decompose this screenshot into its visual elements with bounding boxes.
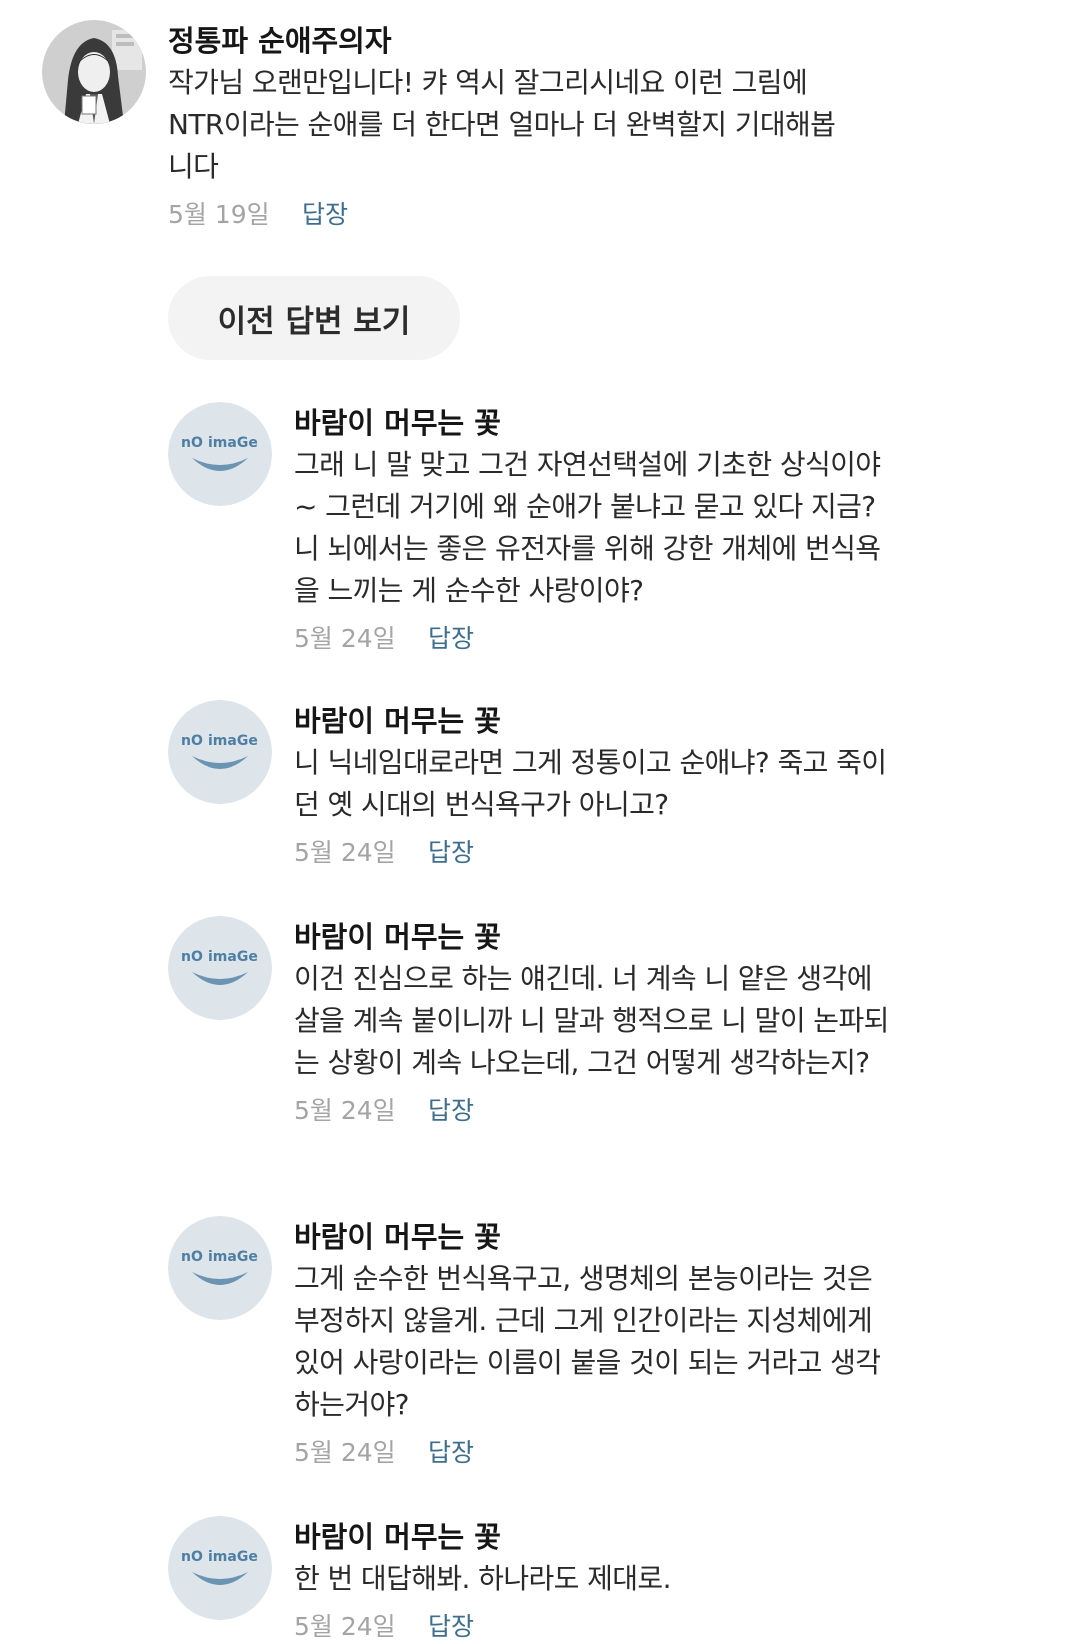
comment-date: 5월 24일 xyxy=(294,1438,396,1467)
reply-button[interactable]: 답장 xyxy=(428,1436,474,1470)
comment-date: 5월 19일 xyxy=(168,200,270,229)
reply-comment: nO imaGe 바람이 머무는 꽃 이건 진심으로 하는 얘긴데. 너 계속 … xyxy=(168,916,894,1128)
reply-comment: nO imaGe 바람이 머무는 꽃 니 닉네임대로라면 그게 정통이고 순애냐… xyxy=(168,700,894,870)
comment-text: 한 번 대답해봐. 하나라도 제대로. xyxy=(294,1562,671,1595)
avatar[interactable]: nO imaGe xyxy=(168,700,272,804)
reply-button[interactable]: 답장 xyxy=(428,836,474,870)
no-image-text-right: imaGe xyxy=(208,1549,258,1565)
anime-avatar-icon xyxy=(42,20,146,124)
comment-text: 니 닉네임대로라면 그게 정통이고 순애냐? 죽고 죽이던 옛 시대의 번식욕구… xyxy=(294,746,887,821)
no-image-text-left: nO xyxy=(181,733,203,749)
avatar[interactable]: nO imaGe xyxy=(168,916,272,1020)
comment-meta: 5월 24일 답장 xyxy=(294,1436,894,1470)
view-previous-replies-button[interactable]: 이전 답변 보기 xyxy=(168,276,460,360)
comment-date: 5월 24일 xyxy=(294,624,396,653)
no-image-text-right: imaGe xyxy=(208,733,258,749)
no-image-avatar-icon: nO imaGe xyxy=(168,700,272,804)
comment-meta: 5월 24일 답장 xyxy=(294,622,894,656)
reply-comment: nO imaGe 바람이 머무는 꽃 그래 니 말 맞고 그건 자연선택설에 기… xyxy=(168,402,894,656)
comment-author: 바람이 머무는 꽃 xyxy=(294,704,501,738)
reply-comment: nO imaGe 바람이 머무는 꽃 한 번 대답해봐. 하나라도 제대로. 5… xyxy=(168,1516,894,1644)
no-image-text-right: imaGe xyxy=(208,1249,258,1265)
comment-author: 바람이 머무는 꽃 xyxy=(294,920,501,954)
no-image-avatar-icon: nO imaGe xyxy=(168,916,272,1020)
comment-date: 5월 24일 xyxy=(294,838,396,867)
no-image-avatar-icon: nO imaGe xyxy=(168,1516,272,1620)
comment-text: 작가님 오랜만입니다! 캬 역시 잘그리시네요 이런 그림에 NTR이라는 순애… xyxy=(168,66,836,183)
comment-thread: 정통파 순애주의자 작가님 오랜만입니다! 캬 역시 잘그리시네요 이런 그림에… xyxy=(0,0,1080,1641)
no-image-text-right: imaGe xyxy=(208,435,258,451)
reply-button[interactable]: 답장 xyxy=(428,1094,474,1128)
comment-text: 그래 니 말 맞고 그건 자연선택설에 기초한 상식이야~ 그런데 거기에 왜 … xyxy=(294,448,881,607)
avatar[interactable] xyxy=(42,20,146,124)
comment-text: 이건 진심으로 하는 얘긴데. 너 계속 니 얕은 생각에 살을 계속 붙이니까… xyxy=(294,962,889,1079)
no-image-text-left: nO xyxy=(181,1549,203,1565)
no-image-text-right: imaGe xyxy=(208,949,258,965)
comment-author: 바람이 머무는 꽃 xyxy=(294,1520,501,1554)
comment-meta: 5월 24일 답장 xyxy=(294,836,894,870)
comment-author: 바람이 머무는 꽃 xyxy=(294,406,501,440)
avatar[interactable]: nO imaGe xyxy=(168,1216,272,1320)
no-image-text-left: nO xyxy=(181,949,203,965)
no-image-avatar-icon: nO imaGe xyxy=(168,1216,272,1320)
avatar[interactable]: nO imaGe xyxy=(168,402,272,506)
comment-text: 그게 순수한 번식욕구고, 생명체의 본능이라는 것은 부정하지 않을게. 근데… xyxy=(294,1262,881,1421)
no-image-text-left: nO xyxy=(181,435,203,451)
reply-comment: nO imaGe 바람이 머무는 꽃 그게 순수한 번식욕구고, 생명체의 본능… xyxy=(168,1216,894,1470)
comment-author: 바람이 머무는 꽃 xyxy=(294,1220,501,1254)
comment-meta: 5월 19일 답장 xyxy=(168,198,858,232)
main-comment: 정통파 순애주의자 작가님 오랜만입니다! 캬 역시 잘그리시네요 이런 그림에… xyxy=(42,20,858,232)
avatar[interactable]: nO imaGe xyxy=(168,1516,272,1620)
reply-button[interactable]: 답장 xyxy=(302,198,348,232)
reply-button[interactable]: 답장 xyxy=(428,622,474,656)
comment-meta: 5월 24일 답장 xyxy=(294,1094,894,1128)
no-image-text-left: nO xyxy=(181,1249,203,1265)
comment-author: 정통파 순애주의자 xyxy=(168,24,392,58)
comment-date: 5월 24일 xyxy=(294,1096,396,1125)
no-image-avatar-icon: nO imaGe xyxy=(168,402,272,506)
